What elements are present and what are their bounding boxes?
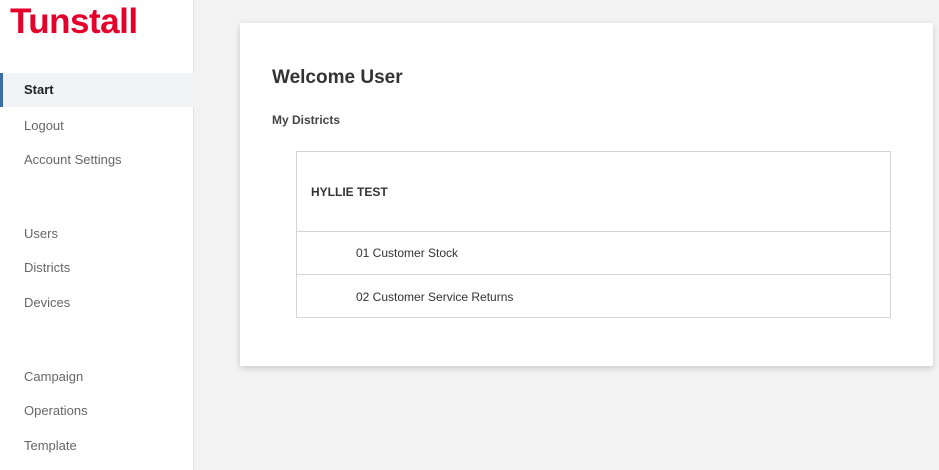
sidebar-item-users[interactable]: Users <box>0 217 194 251</box>
sidebar-item-operations[interactable]: Operations <box>0 394 194 428</box>
sidebar-item-start[interactable]: Start <box>0 73 194 107</box>
page-title: Welcome User <box>272 67 403 88</box>
tunstall-logo: Tunstall <box>10 2 138 41</box>
sidebar-item-account-settings[interactable]: Account Settings <box>0 143 194 177</box>
sidebar-item-logout[interactable]: Logout <box>0 109 194 143</box>
sidebar-item-campaign[interactable]: Campaign <box>0 360 194 394</box>
my-districts-label: My Districts <box>272 113 341 127</box>
district-panel: HYLLIE TEST 01 Customer Stock 02 Custome… <box>296 151 891 318</box>
sidebar-item-districts[interactable]: Districts <box>0 251 194 285</box>
sidebar: Tunstall Start Logout Account Settings U… <box>0 0 194 470</box>
district-sub-item[interactable]: 01 Customer Stock <box>297 232 890 275</box>
sidebar-item-devices[interactable]: Devices <box>0 286 194 320</box>
district-sub-item[interactable]: 02 Customer Service Returns <box>297 276 890 319</box>
sidebar-item-template[interactable]: Template <box>0 429 194 463</box>
district-name[interactable]: HYLLIE TEST <box>297 152 890 232</box>
app-window: Tunstall Start Logout Account Settings U… <box>0 0 939 470</box>
welcome-card: Welcome User My Districts HYLLIE TEST 01… <box>240 23 933 366</box>
